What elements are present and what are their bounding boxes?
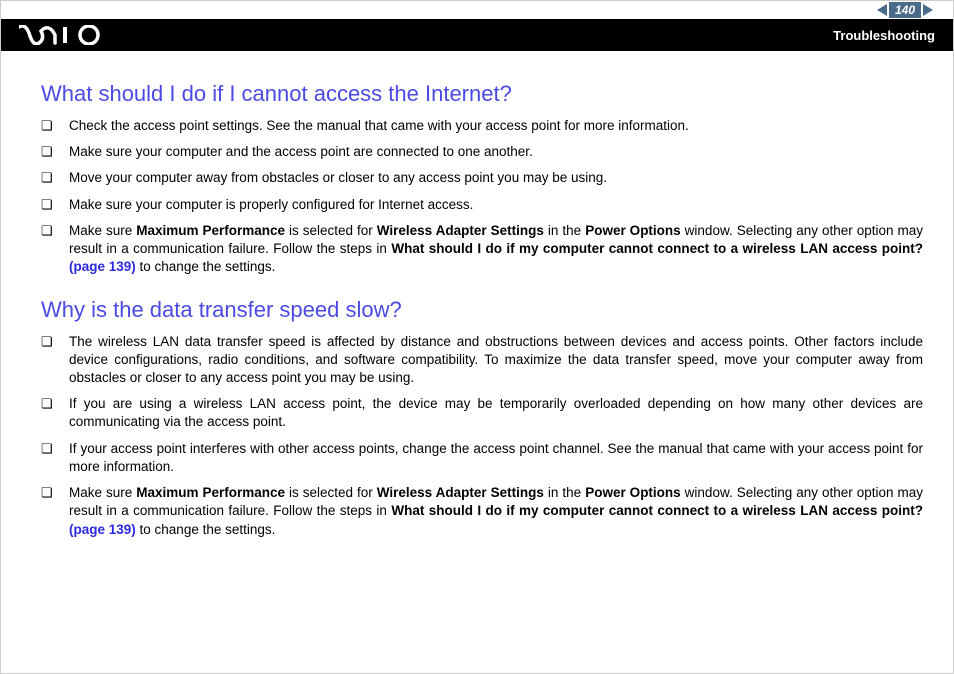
list-item: Make sure your computer is properly conf… [41, 196, 923, 214]
text: to change the settings. [136, 522, 276, 537]
list-item: If your access point interferes with oth… [41, 440, 923, 476]
list-item: Make sure Maximum Performance is selecte… [41, 222, 923, 277]
text: Make sure [69, 485, 136, 500]
bold-text: Power Options [585, 485, 681, 500]
text: in the [544, 485, 585, 500]
list-item: Make sure Maximum Performance is selecte… [41, 484, 923, 539]
page-link[interactable]: (page 139) [69, 259, 136, 274]
bold-text: What should I do if my computer cannot c… [391, 241, 923, 256]
text: to change the settings. [136, 259, 276, 274]
text: is selected for [285, 485, 377, 500]
list-item: The wireless LAN data transfer speed is … [41, 333, 923, 388]
page-number: 140 [889, 2, 921, 18]
section2-list: The wireless LAN data transfer speed is … [41, 333, 923, 539]
header-section-title: Troubleshooting [833, 28, 935, 43]
page-number-box: 140 [877, 2, 933, 18]
vaio-logo-icon [19, 25, 109, 45]
list-item: Check the access point settings. See the… [41, 117, 923, 135]
section1-list: Check the access point settings. See the… [41, 117, 923, 277]
prev-page-icon[interactable] [877, 4, 887, 16]
bold-text: Maximum Performance [136, 485, 285, 500]
section1-heading: What should I do if I cannot access the … [41, 81, 923, 107]
bold-text: Power Options [585, 223, 681, 238]
text: is selected for [285, 223, 377, 238]
list-item: Make sure your computer and the access p… [41, 143, 923, 161]
next-page-icon[interactable] [923, 4, 933, 16]
page-number-bar: 140 [1, 1, 953, 19]
text: in the [544, 223, 585, 238]
bold-text: Maximum Performance [136, 223, 285, 238]
list-item: Move your computer away from obstacles o… [41, 169, 923, 187]
bold-text: Wireless Adapter Settings [377, 223, 544, 238]
list-item: If you are using a wireless LAN access p… [41, 395, 923, 431]
section2-heading: Why is the data transfer speed slow? [41, 297, 923, 323]
header-bar: Troubleshooting [1, 19, 953, 51]
page-link[interactable]: (page 139) [69, 522, 136, 537]
page-content: What should I do if I cannot access the … [1, 51, 953, 539]
bold-text: What should I do if my computer cannot c… [391, 503, 923, 518]
bold-text: Wireless Adapter Settings [377, 485, 544, 500]
text: Make sure [69, 223, 136, 238]
